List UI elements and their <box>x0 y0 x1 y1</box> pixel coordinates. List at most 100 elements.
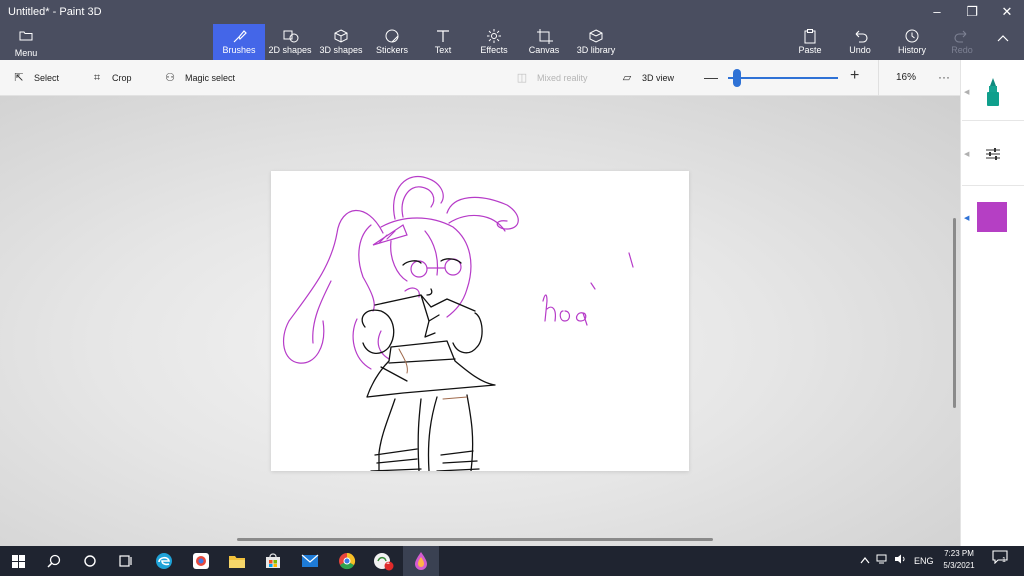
button-label: Undo <box>849 45 871 55</box>
vertical-scrollbar[interactable] <box>953 218 956 408</box>
tab-3d-shapes[interactable]: 3D shapes <box>318 24 364 60</box>
chevron-up-icon <box>997 35 1009 42</box>
marker-icon <box>987 78 999 106</box>
button-label: Paste <box>798 45 822 55</box>
chrome-app-button[interactable] <box>183 546 219 576</box>
task-view-button[interactable] <box>108 546 144 576</box>
collapse-ribbon-button[interactable] <box>996 30 1010 46</box>
3d-view-label: 3D view <box>642 73 675 83</box>
cursor-icon: ⇱ <box>14 72 24 84</box>
3d-view-button[interactable]: ▱ 3D view <box>620 60 674 96</box>
file-explorer-app[interactable] <box>219 546 255 576</box>
store-app[interactable] <box>255 546 291 576</box>
redo-button[interactable]: Redo <box>944 24 980 60</box>
button-label: Redo <box>951 45 973 55</box>
redo-icon <box>954 30 967 43</box>
tab-brushes[interactable]: Brushes <box>213 24 265 60</box>
select-button[interactable]: ⇱ Select <box>12 60 59 96</box>
task-view-icon <box>119 555 132 567</box>
history-button[interactable]: History <box>892 24 932 60</box>
chevron-up-icon <box>860 557 870 564</box>
cortana-button[interactable] <box>72 546 108 576</box>
zoom-out-button[interactable]: — <box>704 69 718 85</box>
tab-canvas[interactable]: Canvas <box>524 24 564 60</box>
3d-library-icon <box>589 29 603 43</box>
tab-label: Text <box>434 45 452 55</box>
effects-icon <box>487 29 501 43</box>
more-options-button[interactable]: ··· <box>934 60 954 96</box>
edge-app[interactable] <box>146 546 182 576</box>
clock-date: 5/3/2021 <box>943 561 975 570</box>
tab-label: Brushes <box>222 45 256 55</box>
store-icon <box>266 553 280 568</box>
notifications-button[interactable]: 1 <box>992 546 1008 576</box>
text-icon <box>437 30 449 42</box>
edge-icon <box>156 553 172 569</box>
expand-arrow-icon: ◀ <box>964 89 970 96</box>
3d-view-icon: ▱ <box>622 72 632 84</box>
network-button[interactable] <box>876 546 890 576</box>
undo-button[interactable]: Undo <box>842 24 878 60</box>
brush-settings-button[interactable] <box>984 146 1002 162</box>
tab-label: 3D shapes <box>319 45 363 55</box>
tab-label: Effects <box>480 45 508 55</box>
tab-label: Canvas <box>528 45 560 55</box>
paint3d-app[interactable] <box>403 546 439 576</box>
show-hidden-icons-button[interactable] <box>860 546 870 576</box>
search-icon <box>47 554 61 568</box>
tab-effects[interactable]: Effects <box>474 24 514 60</box>
restore-button[interactable]: ❐ <box>955 2 989 22</box>
file-explorer-icon <box>229 556 245 568</box>
pinned-app[interactable]: 1 <box>366 546 402 576</box>
language-indicator[interactable]: ENG <box>914 546 934 576</box>
expand-arrow-icon: ◀ <box>964 151 970 158</box>
stickers-icon <box>385 29 399 43</box>
zoom-slider-thumb[interactable] <box>732 69 741 87</box>
chrome-app[interactable] <box>329 546 365 576</box>
clock[interactable]: 7:23 PM 5/3/2021 <box>934 548 984 572</box>
mixed-reality-button[interactable]: ◫ Mixed reality <box>515 60 588 96</box>
network-icon <box>876 554 887 564</box>
tab-stickers[interactable]: Stickers <box>370 24 414 60</box>
magic-select-label: Magic select <box>185 73 236 83</box>
magic-select-button[interactable]: ⚇ Magic select <box>163 60 235 96</box>
brush-icon <box>233 30 247 43</box>
tab-3d-library[interactable]: 3D library <box>574 24 618 60</box>
tab-label: 2D shapes <box>268 45 312 55</box>
crop-icon: ⌗ <box>93 72 101 84</box>
divider <box>962 120 1024 121</box>
tab-label: 3D library <box>576 45 616 55</box>
canvas-icon <box>537 29 553 44</box>
magic-select-icon: ⚇ <box>165 72 175 84</box>
paste-button[interactable]: Paste <box>792 24 828 60</box>
3d-shapes-icon <box>334 29 348 43</box>
minimize-button[interactable]: – <box>920 2 954 22</box>
tab-text[interactable]: Text <box>424 24 462 60</box>
start-button[interactable] <box>0 546 36 576</box>
mail-app[interactable] <box>292 546 328 576</box>
crop-button[interactable]: ⌗ Crop <box>90 60 132 96</box>
windows-icon <box>11 554 25 568</box>
volume-button[interactable] <box>894 546 908 576</box>
tab-2d-shapes[interactable]: 2D shapes <box>267 24 313 60</box>
sliders-icon <box>986 148 1000 160</box>
marker-tool-button[interactable] <box>980 76 1006 108</box>
clock-time: 7:23 PM <box>944 549 974 558</box>
crop-label: Crop <box>112 73 132 83</box>
chrome-icon <box>339 552 356 570</box>
sketch-drawing <box>282 175 634 471</box>
selected-color-swatch[interactable] <box>977 202 1007 232</box>
horizontal-scrollbar[interactable] <box>237 538 713 541</box>
menu-button[interactable]: Menu <box>6 28 46 58</box>
drawing-canvas[interactable] <box>271 171 689 471</box>
mixed-reality-label: Mixed reality <box>537 73 588 83</box>
zoom-in-button[interactable]: + <box>850 67 859 85</box>
paste-icon <box>804 29 816 44</box>
close-button[interactable]: ✕ <box>990 2 1024 22</box>
divider <box>962 185 1024 186</box>
notification-count: 1 <box>1002 557 1006 564</box>
zoom-slider-track[interactable] <box>728 77 838 79</box>
search-button[interactable] <box>36 546 72 576</box>
button-label: History <box>897 45 926 55</box>
mixed-reality-icon: ◫ <box>516 72 528 84</box>
